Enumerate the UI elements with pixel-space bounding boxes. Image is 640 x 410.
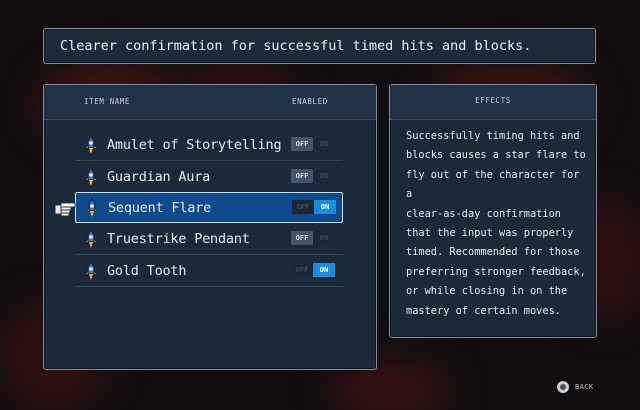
rocket-item-icon (84, 134, 98, 154)
item-row[interactable]: Guardian Aura OFF ON (75, 161, 343, 193)
toggle-on-option[interactable]: ON (313, 263, 335, 277)
item-row[interactable]: Sequent Flare OFF ON (75, 192, 343, 223)
item-name: Amulet of Storytelling (107, 136, 282, 153)
toggle-off-option[interactable]: OFF (291, 169, 313, 183)
items-panel: ITEM NAME ENABLED Amulet of Storytelling… (43, 84, 377, 370)
items-panel-header: ITEM NAME ENABLED (44, 85, 376, 120)
item-row[interactable]: Amulet of Storytelling OFF ON (75, 129, 343, 161)
column-header-enabled: ENABLED (292, 97, 328, 106)
item-list: Amulet of Storytelling OFF ON Guardian Aura… (75, 129, 343, 287)
toggle-off-option[interactable]: OFF (292, 200, 314, 214)
item-name: Truestrike Pendant (107, 230, 250, 247)
back-button[interactable]: BACK (557, 381, 593, 393)
rocket-item-icon (84, 166, 98, 186)
item-name: Gold Tooth (107, 262, 187, 279)
column-header-item-name: ITEM NAME (84, 97, 131, 106)
item-name: Guardian Aura (107, 168, 211, 185)
item-name: Sequent Flare (108, 199, 212, 216)
pointing-hand-cursor-icon (55, 202, 76, 217)
item-row[interactable]: Gold Tooth OFF ON (75, 255, 343, 287)
enabled-toggle[interactable]: OFF ON (292, 200, 336, 214)
effects-description: Successfully timing hits and blocks caus… (406, 130, 586, 317)
enabled-toggle[interactable]: OFF ON (291, 263, 335, 277)
enabled-toggle[interactable]: OFF ON (291, 169, 335, 183)
toggle-on-option[interactable]: ON (313, 137, 335, 151)
enabled-toggle[interactable]: OFF ON (291, 137, 335, 151)
toggle-off-option[interactable]: OFF (291, 231, 313, 245)
circle-button-icon (557, 381, 569, 393)
rocket-item-icon (85, 197, 99, 217)
item-description-banner: Clearer confirmation for successful time… (43, 28, 596, 64)
rocket-item-icon (84, 260, 98, 280)
toggle-off-option[interactable]: OFF (291, 263, 313, 277)
effects-panel-header: EFFECTS (390, 85, 596, 120)
effects-panel: EFFECTS Successfully timing hits and blo… (389, 84, 597, 338)
banner-text: Clearer confirmation for successful time… (60, 38, 532, 54)
toggle-on-option[interactable]: ON (313, 231, 335, 245)
enabled-toggle[interactable]: OFF ON (291, 231, 335, 245)
toggle-off-option[interactable]: OFF (291, 137, 313, 151)
item-row[interactable]: Truestrike Pendant OFF ON (75, 223, 343, 255)
toggle-on-option[interactable]: ON (314, 200, 336, 214)
back-label: BACK (575, 383, 594, 391)
rocket-item-icon (84, 228, 98, 248)
toggle-on-option[interactable]: ON (313, 169, 335, 183)
